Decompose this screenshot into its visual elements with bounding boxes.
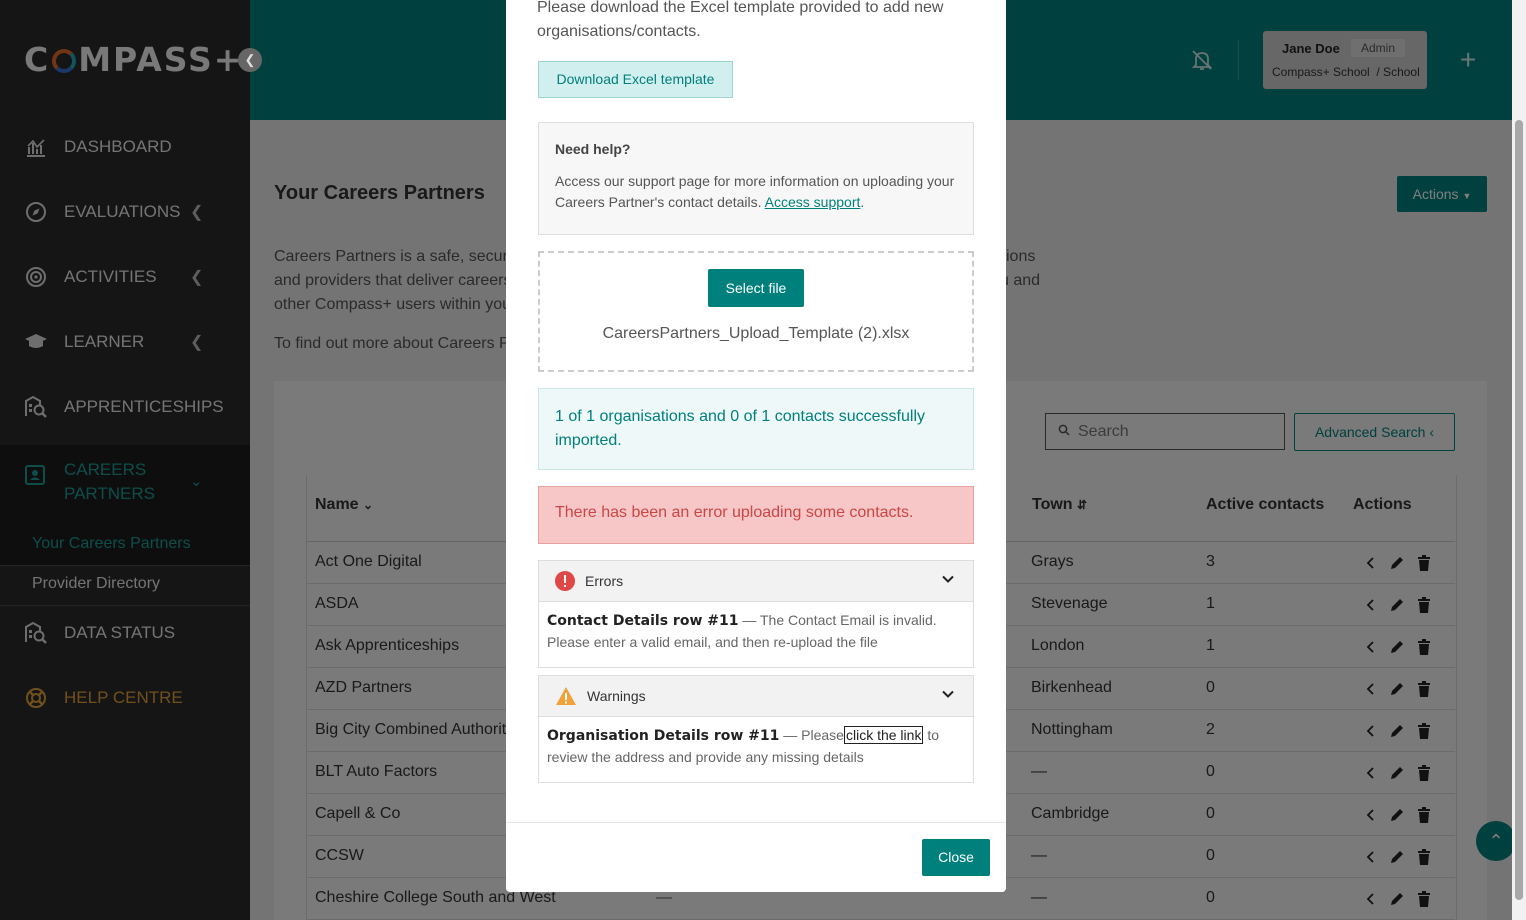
file-drop-zone[interactable]: Select file CareersPartners_Upload_Templ… <box>538 251 974 372</box>
modal-intro-text: Please download the Excel template provi… <box>537 0 944 40</box>
help-box: Need help? Access our support page for m… <box>538 122 974 235</box>
chevron-down-icon <box>941 572 955 589</box>
download-template-button[interactable]: Download Excel template <box>538 61 733 98</box>
collapse-sidebar-button[interactable]: ❮ <box>238 48 262 72</box>
access-support-link[interactable]: Access support <box>765 194 861 210</box>
warnings-accordion-body: Organisation Details row #11 — Please cli… <box>538 717 974 783</box>
errors-accordion-header[interactable]: Errors <box>538 560 974 602</box>
errors-accordion-body: Contact Details row #11 — The Contact Em… <box>538 602 974 668</box>
success-message: 1 of 1 organisations and 0 of 1 contacts… <box>538 388 974 470</box>
warnings-accordion-header[interactable]: Warnings <box>538 675 974 717</box>
chevron-down-icon <box>941 687 955 704</box>
scrollbar-thumb[interactable] <box>1515 120 1523 900</box>
selected-file-name: CareersPartners_Upload_Template (2).xlsx <box>602 325 910 342</box>
warning-icon <box>555 686 577 706</box>
help-title: Need help? <box>555 141 631 157</box>
error-icon <box>555 571 575 591</box>
page-scrollbar[interactable] <box>1512 0 1526 920</box>
divider <box>506 822 1006 823</box>
chevron-left-icon: ❮ <box>244 52 256 67</box>
upload-modal: Please download the Excel template provi… <box>506 0 1006 892</box>
select-file-button[interactable]: Select file <box>708 269 804 307</box>
review-address-link[interactable]: click the link <box>843 726 924 744</box>
error-alert: There has been an error uploading some c… <box>538 486 974 544</box>
help-text: Access our support page for more informa… <box>555 173 955 210</box>
close-button[interactable]: Close <box>922 839 990 876</box>
